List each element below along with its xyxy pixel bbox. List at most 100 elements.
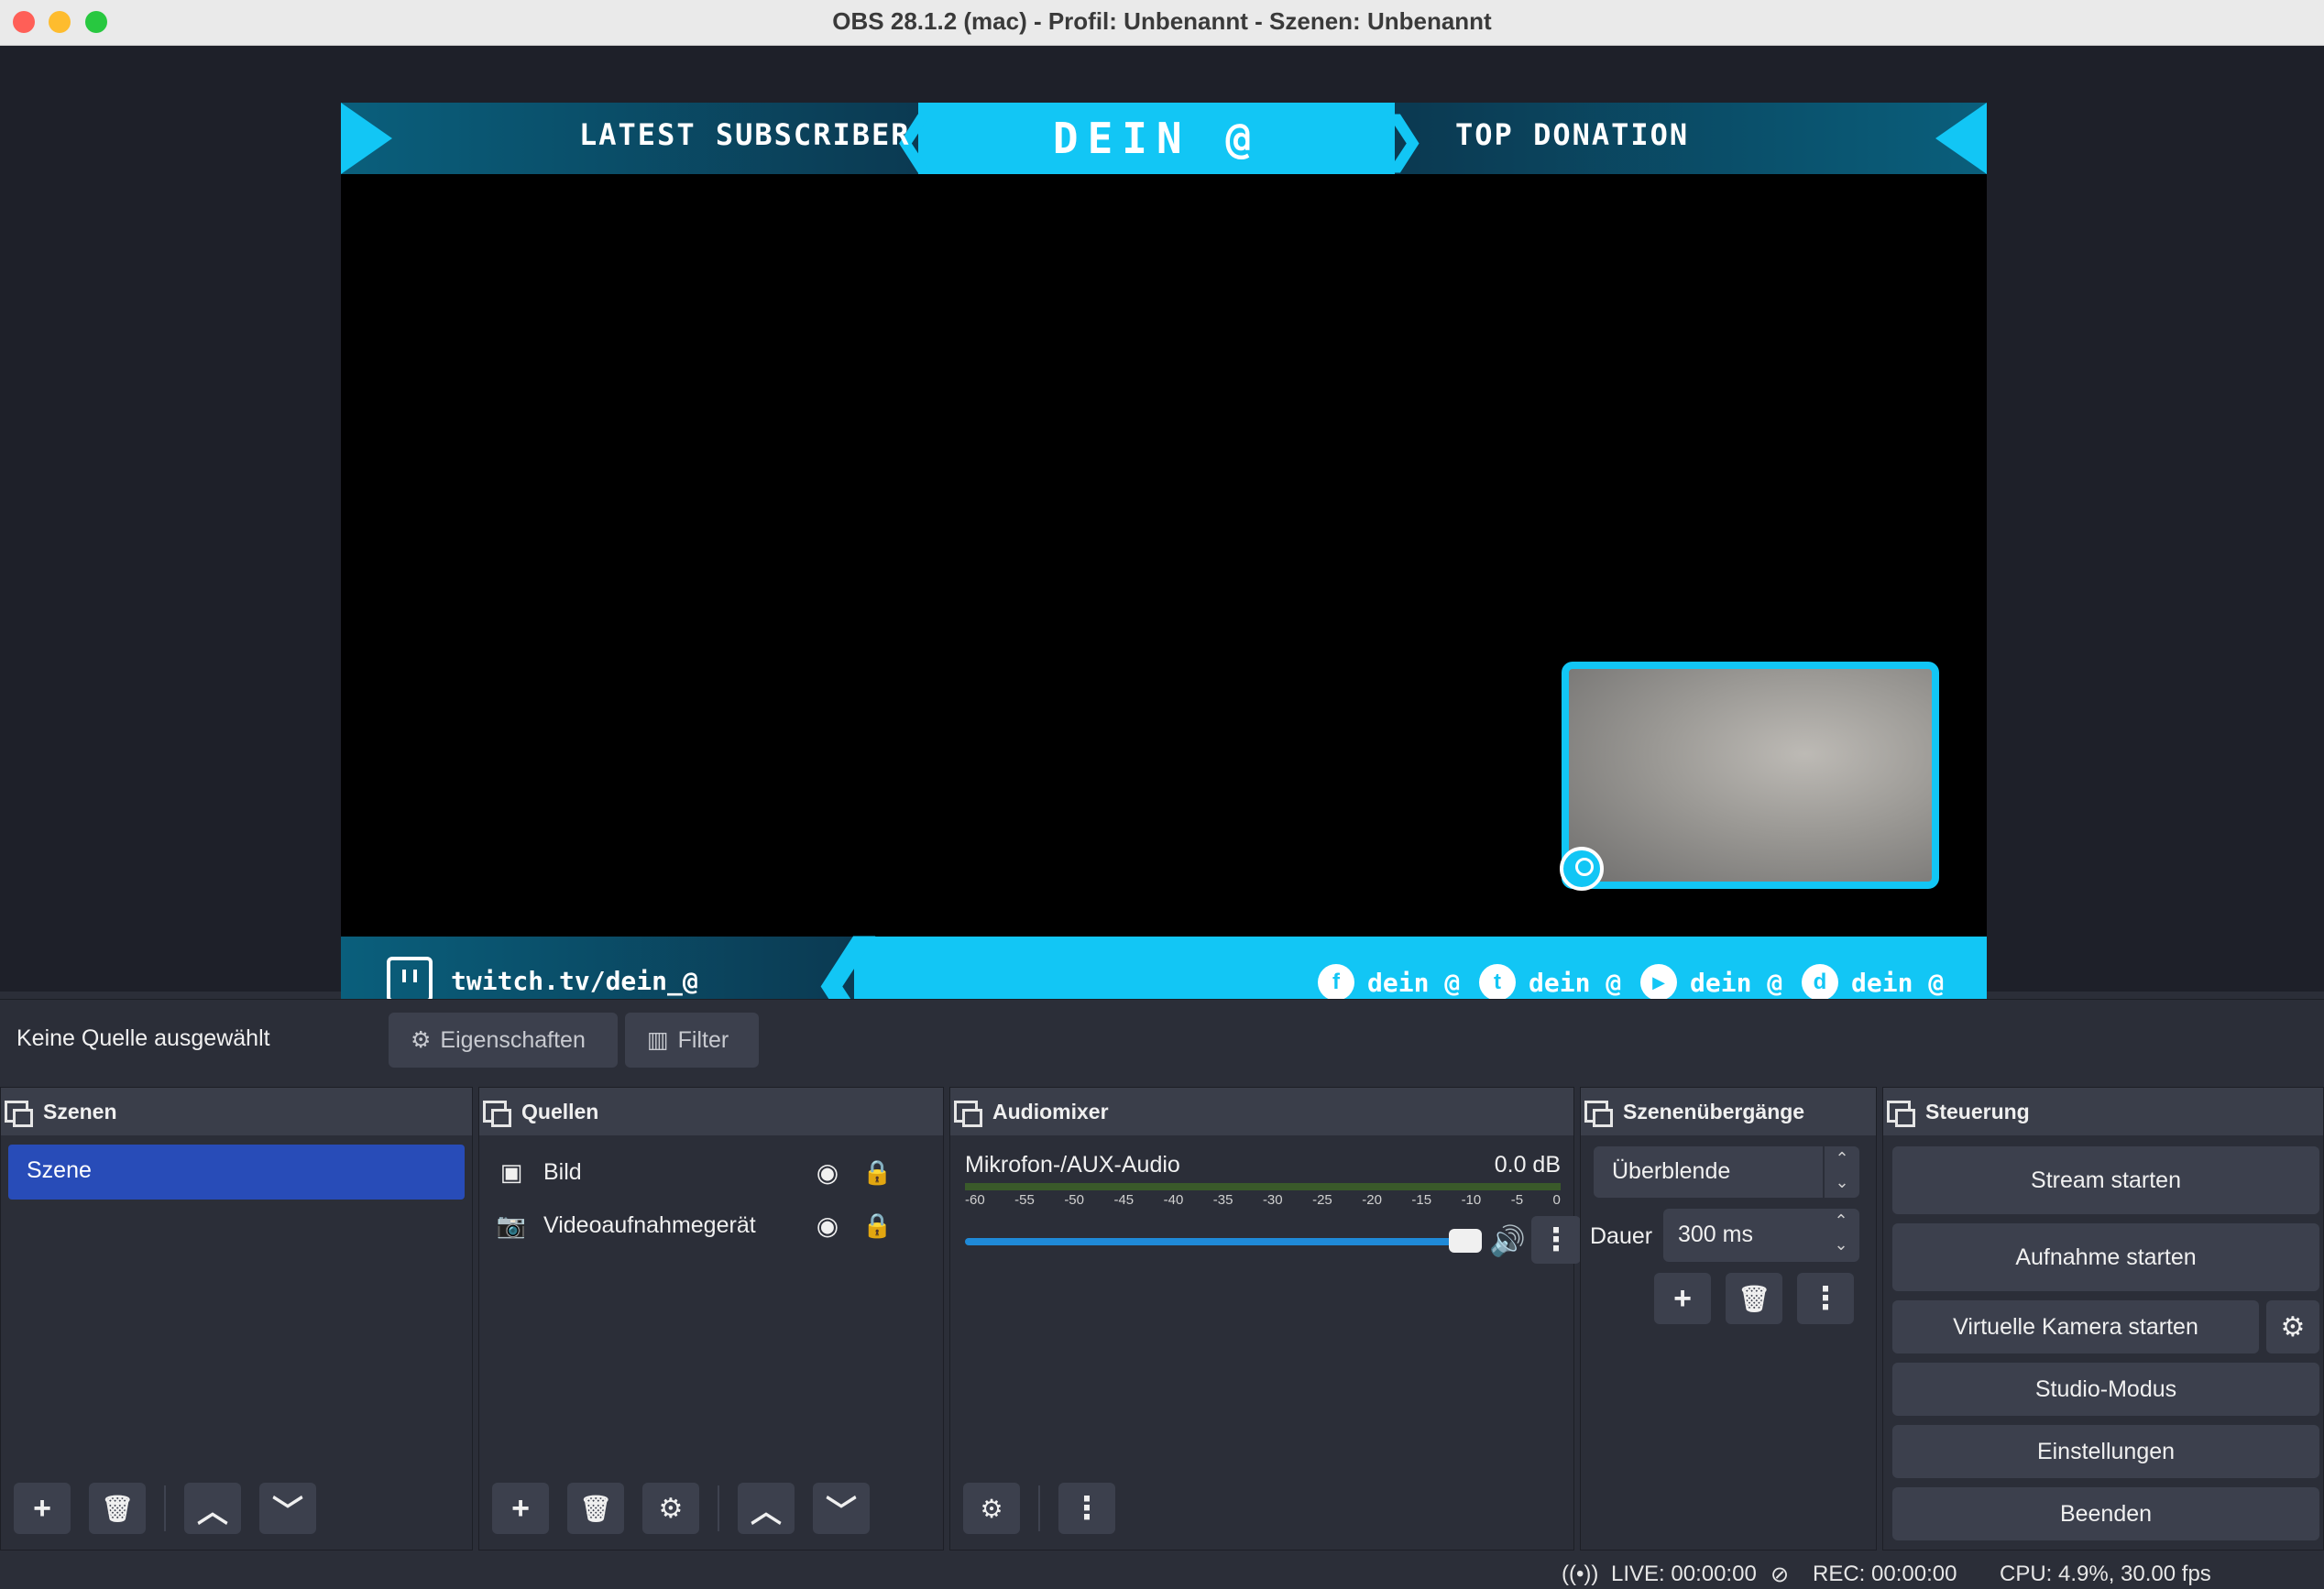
sources-toolbar: + 🗑 ⚙ ︿ ﹀ — [479, 1467, 943, 1550]
meter-tick-label: -10 — [1461, 1192, 1482, 1208]
meter-tick-label: -40 — [1163, 1192, 1184, 1208]
add-source-button[interactable]: + — [492, 1483, 549, 1534]
facebook-icon: f — [1318, 964, 1354, 1001]
volume-slider-handle[interactable] — [1449, 1229, 1482, 1253]
move-scene-up-button[interactable]: ︿ — [184, 1483, 241, 1534]
overlay-latest-subscriber: LATEST SUBSCRIBER — [579, 117, 911, 152]
title-bar: OBS 28.1.2 (mac) - Profil: Unbenannt - S… — [0, 0, 2324, 46]
visibility-eye-icon[interactable]: ◉ — [809, 1211, 846, 1241]
sources-dock: Quellen ▣ Bild ◉ 🔒 📷 Videoaufnahmegerät … — [478, 1087, 944, 1551]
properties-button[interactable]: ⚙ Eigenschaften — [389, 1013, 618, 1068]
start-virtual-camera-button[interactable]: Virtuelle Kamera starten — [1892, 1300, 2259, 1353]
scenes-title: Szenen — [43, 1099, 117, 1123]
source-name: Bild — [543, 1158, 582, 1185]
duration-spinbox[interactable]: 300 ms ⌃ ⌄ — [1663, 1209, 1859, 1262]
user-icon — [1560, 847, 1604, 891]
move-scene-down-button[interactable]: ﹀ — [259, 1483, 316, 1534]
scenes-dock-header: Szenen — [1, 1088, 472, 1135]
start-stream-button[interactable]: Stream starten — [1892, 1146, 2319, 1214]
add-transition-button[interactable]: + — [1654, 1273, 1711, 1324]
filter-icon: ▥ — [647, 1027, 669, 1053]
meter-tick-label: -45 — [1113, 1192, 1135, 1208]
meter-scale: -60 -55 -50 -45 -40 -35 -30 -25 -20 -15 -10 -5 0 — [965, 1192, 1561, 1220]
spin-arrows-icon[interactable]: ⌃ ⌄ — [1823, 1209, 1859, 1260]
meter-tick-label: -60 — [965, 1192, 985, 1208]
twitch-icon — [387, 957, 433, 1003]
remove-transition-button[interactable]: 🗑 — [1726, 1273, 1782, 1324]
audio-mixer-dock: Audiomixer Mikrofon-/AUX-Audio 0.0 dB -6… — [949, 1087, 1581, 1551]
remove-scene-button[interactable]: 🗑 — [89, 1483, 146, 1534]
scenes-dock: Szenen Szene + 🗑 ︿ ﹀ — [0, 1087, 473, 1551]
move-source-down-button[interactable]: ﹀ — [813, 1483, 870, 1534]
dock-undock-icon[interactable] — [954, 1101, 982, 1127]
webcam-frame — [1560, 662, 1939, 891]
filter-button[interactable]: ▥ Filter — [625, 1013, 759, 1068]
social-handle: dein @ — [1690, 967, 1783, 998]
toolbar-separator — [164, 1485, 166, 1531]
remove-source-button[interactable]: 🗑 — [567, 1483, 624, 1534]
transition-more-button[interactable]: ⋮ — [1797, 1273, 1854, 1324]
advanced-audio-settings-button[interactable]: ⚙ — [963, 1483, 1020, 1534]
studio-mode-button[interactable]: Studio-Modus — [1892, 1363, 2319, 1416]
speaker-icon[interactable]: 🔊 — [1489, 1223, 1526, 1258]
toolbar-separator — [1038, 1485, 1040, 1531]
source-name: Videoaufnahmegerät — [543, 1211, 756, 1238]
audio-mixer-dock-header: Audiomixer — [950, 1088, 1573, 1135]
lock-icon[interactable]: 🔒 — [862, 1211, 892, 1240]
dock-undock-icon[interactable] — [5, 1101, 33, 1127]
mixer-channel-more-button[interactable]: ⋮ — [1531, 1216, 1581, 1264]
duration-label: Dauer — [1590, 1223, 1653, 1249]
overlay-social-youtube: ▶ dein @ — [1640, 964, 1782, 1001]
scenes-toolbar: + 🗑 ︿ ﹀ — [1, 1467, 472, 1550]
social-handle: dein @ — [1367, 967, 1461, 998]
gear-icon: ⚙ — [411, 1027, 432, 1053]
move-source-up-button[interactable]: ︿ — [738, 1483, 795, 1534]
source-row-videoaufnahmegeraet[interactable]: 📷 Videoaufnahmegerät ◉ 🔒 — [496, 1200, 926, 1251]
transition-select[interactable]: Überblende ⌃ ⌄ — [1594, 1146, 1859, 1198]
mixer-toolbar: ⚙ ⋮ — [950, 1467, 1573, 1550]
virtual-camera-settings-gear-icon[interactable]: ⚙ — [2266, 1300, 2319, 1353]
scene-transitions-dock-header: Szenenübergänge — [1581, 1088, 1876, 1135]
mixer-more-button[interactable]: ⋮ — [1058, 1483, 1115, 1534]
transition-selected: Überblende — [1612, 1158, 1731, 1184]
source-context-bar: Keine Quelle ausgewählt ⚙ Eigenschaften … — [0, 999, 2324, 1083]
meter-tick-label: -55 — [1014, 1192, 1035, 1208]
meter-tick-label: -30 — [1262, 1192, 1283, 1208]
audio-mixer-title: Audiomixer — [992, 1099, 1109, 1123]
overlay-right-arrow — [1935, 103, 1987, 174]
settings-button[interactable]: Einstellungen — [1892, 1425, 2319, 1478]
volume-slider[interactable] — [965, 1238, 1467, 1245]
meter-tick-label: -50 — [1064, 1192, 1084, 1208]
preview-area[interactable]: ❮ ❯ LATEST SUBSCRIBER DEIN @ TOP DONATIO… — [0, 46, 2324, 1028]
social-handle: dein @ — [1529, 967, 1622, 998]
lock-icon[interactable]: 🔒 — [862, 1158, 892, 1187]
overlay-center-name: DEIN @ — [1052, 114, 1261, 163]
scene-list-item[interactable]: Szene — [8, 1145, 465, 1200]
source-properties-button[interactable]: ⚙ — [642, 1483, 699, 1534]
controls-dock-header: Steuerung — [1883, 1088, 2323, 1135]
dock-undock-icon[interactable] — [1887, 1101, 1915, 1127]
meter-tick-label: -20 — [1362, 1192, 1382, 1208]
no-source-label: Keine Quelle ausgewählt — [16, 1025, 270, 1051]
sources-dock-header: Quellen — [479, 1088, 943, 1135]
preview-canvas[interactable]: ❮ ❯ LATEST SUBSCRIBER DEIN @ TOP DONATIO… — [341, 103, 1987, 1028]
stream-status-icon: ((•)) — [1562, 1562, 1599, 1586]
sources-title: Quellen — [521, 1099, 599, 1123]
properties-label: Eigenschaften — [440, 1026, 586, 1053]
dock-undock-icon[interactable] — [483, 1101, 511, 1127]
controls-title: Steuerung — [1925, 1099, 2030, 1123]
exit-button[interactable]: Beenden — [1892, 1487, 2319, 1540]
rec-timer: REC: 00:00:00 — [1813, 1562, 1957, 1586]
twitter-icon: t — [1479, 964, 1516, 1001]
overlay-social-twitter: t dein @ — [1479, 964, 1621, 1001]
source-row-bild[interactable]: ▣ Bild ◉ 🔒 — [496, 1146, 926, 1198]
obs-window: OBS 28.1.2 (mac) - Profil: Unbenannt - S… — [0, 0, 2324, 1589]
start-recording-button[interactable]: Aufnahme starten — [1892, 1223, 2319, 1291]
add-scene-button[interactable]: + — [14, 1483, 71, 1534]
scene-transitions-dock: Szenenübergänge Überblende ⌃ ⌄ Dauer 300 … — [1580, 1087, 1877, 1551]
visibility-eye-icon[interactable]: ◉ — [809, 1157, 846, 1188]
dock-undock-icon[interactable] — [1584, 1101, 1613, 1127]
social-handle: dein @ — [1851, 967, 1945, 998]
duration-value: 300 ms — [1678, 1222, 1753, 1247]
overlay-top-donation: TOP DONATION — [1455, 117, 1690, 152]
